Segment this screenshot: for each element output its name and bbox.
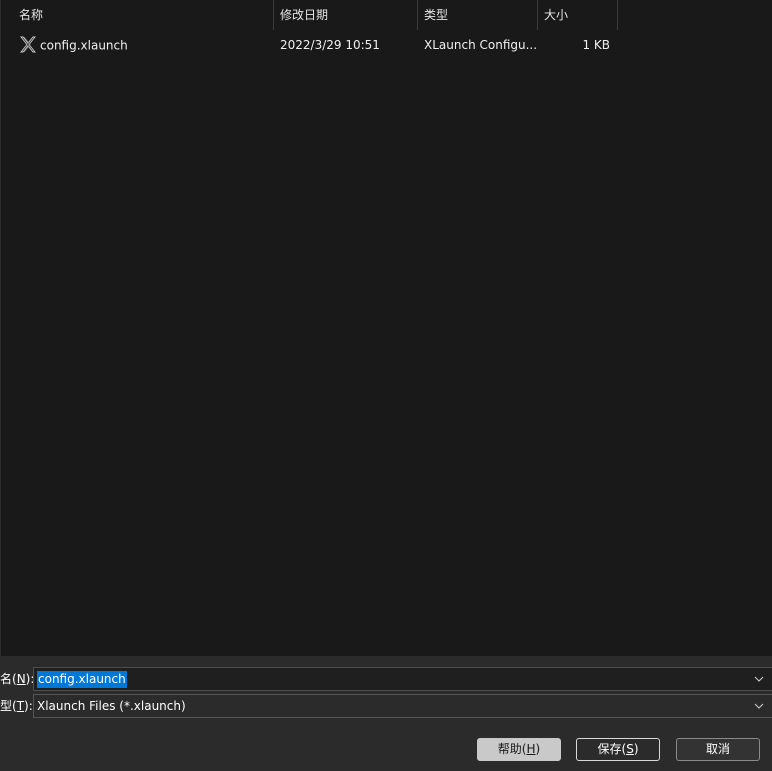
file-name: config.xlaunch bbox=[40, 38, 128, 53]
filetype-select[interactable]: Xlaunch Files (*.xlaunch) bbox=[33, 694, 772, 718]
chevron-down-icon[interactable] bbox=[753, 700, 765, 712]
cancel-button[interactable]: 取消 bbox=[676, 738, 760, 761]
filename-value[interactable]: config.xlaunch bbox=[37, 671, 127, 688]
file-size: 1 KB bbox=[582, 38, 610, 52]
help-button[interactable]: 帮助(H) bbox=[477, 738, 561, 761]
file-date-modified: 2022/3/29 10:51 bbox=[280, 38, 380, 52]
dialog-bottom-panel: 名(N): config.xlaunch 型(T): Xlaunch Files… bbox=[0, 656, 772, 771]
xlaunch-file-icon bbox=[20, 36, 36, 53]
filetype-value: Xlaunch Files (*.xlaunch) bbox=[37, 699, 186, 713]
save-button[interactable]: 保存(S) bbox=[576, 738, 660, 761]
column-header-type[interactable]: 类型 bbox=[418, 0, 538, 30]
save-file-dialog: ^ 名称 修改日期 类型 大小 config.xlaunch 2022/3/29… bbox=[0, 0, 772, 771]
column-header-size[interactable]: 大小 bbox=[538, 0, 618, 30]
column-header-date-modified[interactable]: 修改日期 bbox=[274, 0, 418, 30]
filetype-label: 型(T): bbox=[0, 699, 33, 713]
column-header-row: ^ 名称 修改日期 类型 大小 bbox=[1, 0, 772, 30]
column-header-name[interactable]: 名称 bbox=[13, 0, 274, 30]
filename-label: 名(N): bbox=[0, 672, 35, 686]
file-list-view[interactable]: ^ 名称 修改日期 类型 大小 config.xlaunch 2022/3/29… bbox=[0, 0, 772, 656]
file-row[interactable]: config.xlaunch 2022/3/29 10:51 XLaunch C… bbox=[13, 32, 613, 58]
file-name-cell: config.xlaunch bbox=[19, 32, 269, 58]
filename-input[interactable]: config.xlaunch bbox=[33, 667, 772, 691]
file-type: XLaunch Configu... bbox=[424, 38, 538, 52]
chevron-down-icon[interactable] bbox=[753, 673, 765, 685]
